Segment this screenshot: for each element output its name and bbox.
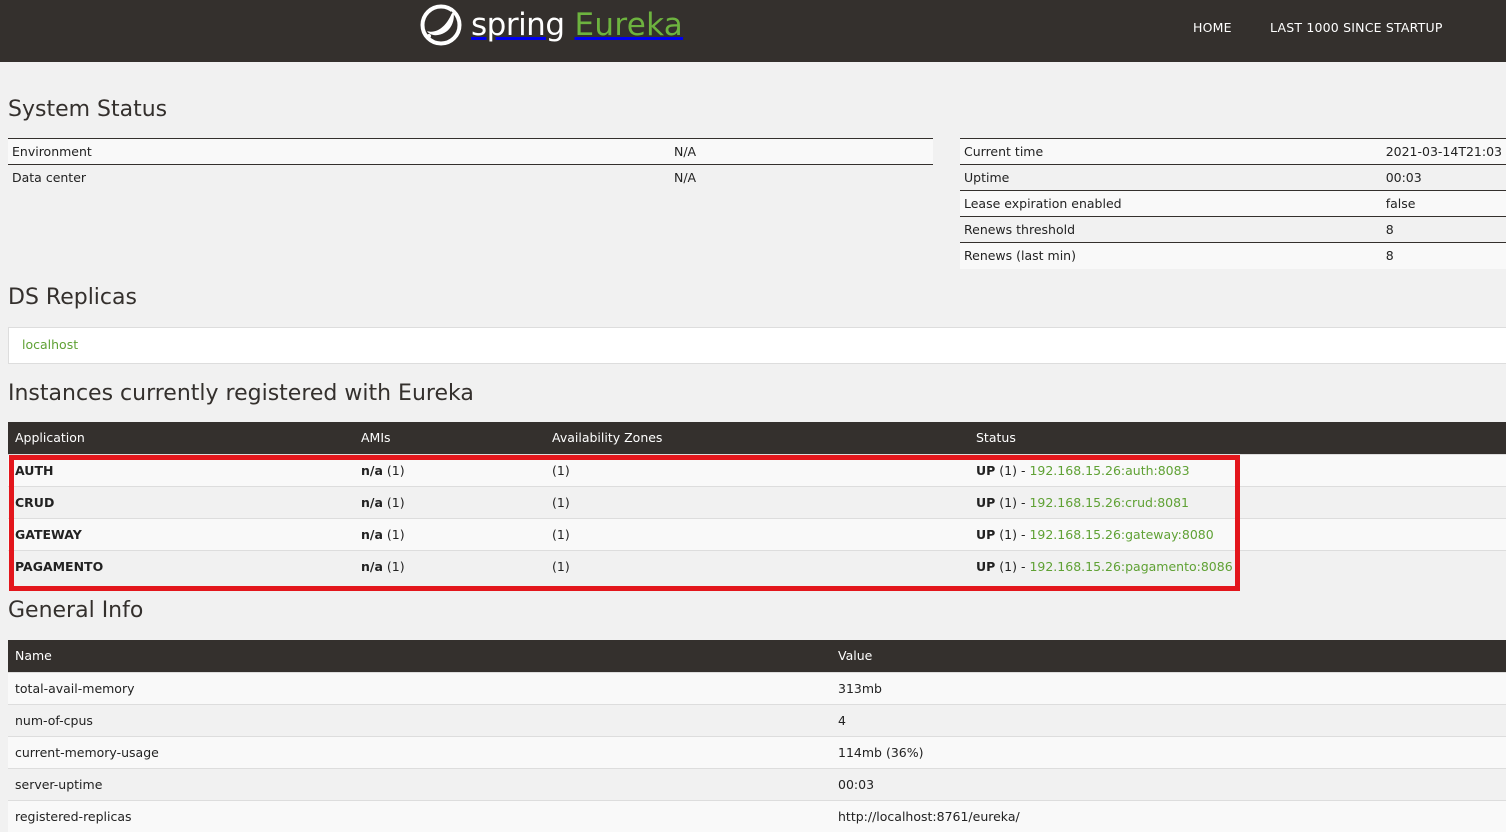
table-row: Current time 2021-03-14T21:03 [960, 138, 1506, 165]
status-count: (1) - [995, 462, 1030, 478]
info-value: 114mb (36%) [831, 735, 1506, 768]
table-row: PAGAMENTO n/a (1) (1) UP (1) - 192.168.1… [8, 549, 1506, 582]
zone-count: (1) [545, 517, 969, 550]
status-up: UP [976, 462, 996, 478]
table-row: current-memory-usage 114mb (36%) [8, 735, 1506, 768]
zone-count: (1) [545, 453, 969, 486]
status-count: (1) - [995, 558, 1030, 574]
column-header-name: Name [8, 640, 831, 672]
general-info-heading: General Info [8, 598, 144, 623]
column-header-value: Value [831, 640, 1506, 672]
status-label: Data center [8, 164, 670, 191]
zone-count: (1) [545, 549, 969, 582]
info-value: http://localhost:8761/eureka/ [831, 799, 1506, 832]
column-header-application: Application [8, 422, 354, 454]
table-header-row: Application AMIs Availability Zones Stat… [8, 422, 1506, 454]
column-header-status: Status [969, 422, 1506, 454]
status-value: N/A [670, 138, 933, 165]
info-name: registered-replicas [8, 799, 831, 832]
general-info-table: Name Value total-avail-memory 313mb num-… [8, 640, 1506, 832]
system-status-heading: System Status [8, 97, 168, 122]
info-value: 4 [831, 703, 1506, 736]
ami-count: (1) [382, 526, 405, 542]
ami-count: (1) [382, 462, 405, 478]
nav-last-1000-link[interactable]: LAST 1000 SINCE STARTUP [1270, 20, 1443, 35]
table-row: Lease expiration enabled false [960, 190, 1506, 217]
status-up: UP [976, 526, 996, 542]
table-row: server-uptime 00:03 [8, 767, 1506, 800]
status-value: 8 [1381, 216, 1506, 243]
system-status-left-table: Environment N/A Data center N/A [8, 138, 933, 191]
info-name: current-memory-usage [8, 735, 831, 768]
ami-value: n/a [361, 494, 383, 510]
table-row: Renews (last min) 8 [960, 242, 1506, 269]
status-label: Environment [8, 138, 670, 165]
ami-count: (1) [382, 558, 405, 574]
spring-leaf-icon [420, 4, 462, 46]
table-row: Data center N/A [8, 164, 933, 191]
instances-heading: Instances currently registered with Eure… [8, 381, 474, 406]
column-header-availability-zones: Availability Zones [545, 422, 969, 454]
status-count: (1) - [995, 526, 1030, 542]
info-name: total-avail-memory [8, 671, 831, 704]
instance-link[interactable]: 192.168.15.26:pagamento:8086 [1029, 559, 1232, 574]
status-label: Uptime [960, 164, 1382, 191]
ami-value: n/a [361, 558, 383, 574]
instance-link[interactable]: 192.168.15.26:gateway:8080 [1029, 527, 1213, 542]
brand-eureka-text: Eureka [574, 7, 684, 43]
table-row: Environment N/A [8, 138, 933, 165]
table-row: CRUD n/a (1) (1) UP (1) - 192.168.15.26:… [8, 485, 1506, 518]
status-count: (1) - [995, 494, 1030, 510]
table-header-row: Name Value [8, 640, 1506, 672]
status-value: 8 [1381, 242, 1506, 269]
table-row: GATEWAY n/a (1) (1) UP (1) - 192.168.15.… [8, 517, 1506, 550]
table-row: num-of-cpus 4 [8, 703, 1506, 736]
navbar: spring Eureka HOME LAST 1000 SINCE START… [0, 0, 1506, 62]
instances-table: Application AMIs Availability Zones Stat… [8, 422, 1506, 582]
ds-replicas-list: localhost [8, 327, 1506, 364]
status-label: Lease expiration enabled [960, 190, 1382, 217]
ami-value: n/a [361, 462, 383, 478]
info-name: num-of-cpus [8, 703, 831, 736]
status-up: UP [976, 558, 996, 574]
status-label: Current time [960, 138, 1382, 165]
info-value: 313mb [831, 671, 1506, 704]
status-value: N/A [670, 164, 933, 191]
status-value: 00:03 [1381, 164, 1506, 191]
status-up: UP [976, 494, 996, 510]
ami-count: (1) [382, 494, 405, 510]
status-value: false [1381, 190, 1506, 217]
ds-replicas-heading: DS Replicas [8, 285, 137, 310]
status-value: 2021-03-14T21:03 [1381, 138, 1506, 165]
instance-link[interactable]: 192.168.15.26:crud:8081 [1029, 495, 1189, 510]
application-name: CRUD [15, 494, 55, 510]
status-label: Renews threshold [960, 216, 1382, 243]
table-row: AUTH n/a (1) (1) UP (1) - 192.168.15.26:… [8, 453, 1506, 486]
brand-logo[interactable]: spring Eureka [420, 2, 683, 48]
application-name: GATEWAY [15, 526, 82, 542]
table-row: Renews threshold 8 [960, 216, 1506, 243]
table-row: Uptime 00:03 [960, 164, 1506, 191]
replica-link-localhost[interactable]: localhost [22, 337, 78, 352]
info-value: 00:03 [831, 767, 1506, 800]
nav-home-link[interactable]: HOME [1193, 20, 1232, 35]
application-name: PAGAMENTO [15, 558, 104, 574]
status-label: Renews (last min) [960, 242, 1382, 269]
application-name: AUTH [15, 462, 54, 478]
instance-link[interactable]: 192.168.15.26:auth:8083 [1029, 463, 1189, 478]
zone-count: (1) [545, 485, 969, 518]
table-row: total-avail-memory 313mb [8, 671, 1506, 704]
info-name: server-uptime [8, 767, 831, 800]
column-header-amis: AMIs [354, 422, 545, 454]
brand-spring-text: spring [471, 7, 565, 43]
system-status-right-table: Current time 2021-03-14T21:03 Uptime 00:… [960, 138, 1506, 269]
table-row: registered-replicas http://localhost:876… [8, 799, 1506, 832]
ami-value: n/a [361, 526, 383, 542]
